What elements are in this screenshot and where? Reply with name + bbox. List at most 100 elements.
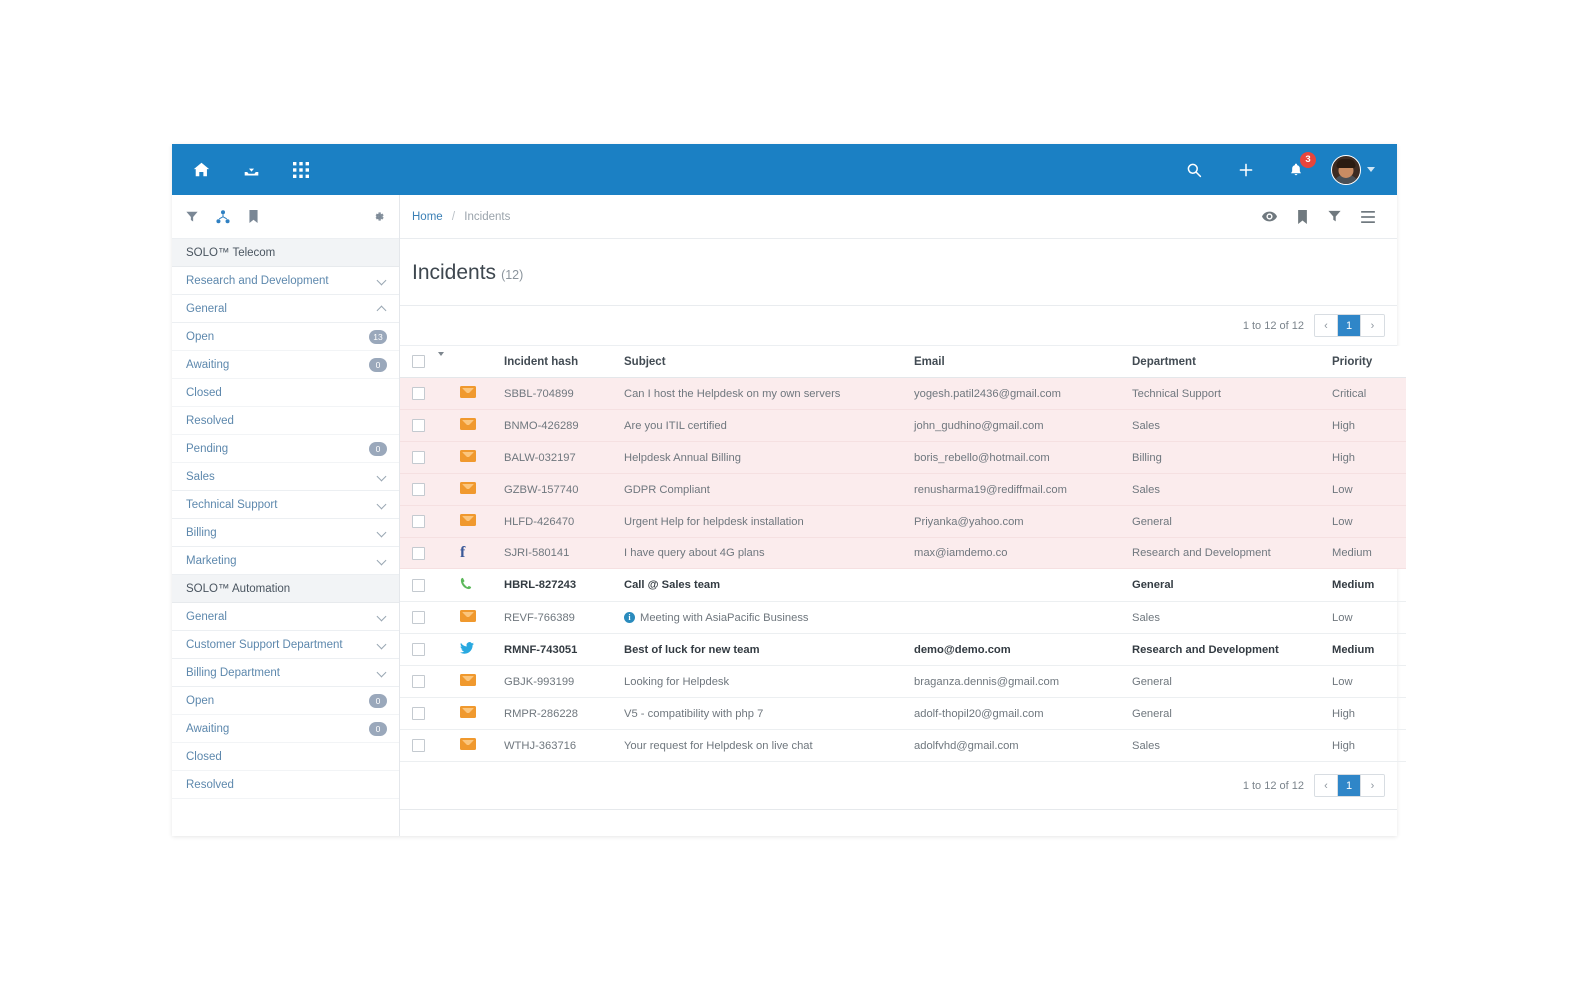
row-checkbox[interactable] bbox=[412, 578, 425, 592]
bookmark-icon[interactable] bbox=[1297, 209, 1308, 224]
sidebar-status-pending[interactable]: Pending 0 bbox=[172, 435, 399, 463]
channel-icon-header bbox=[456, 346, 500, 378]
sidebar-status-awaiting[interactable]: Awaiting 0 bbox=[172, 715, 399, 743]
column-header-subject[interactable]: Subject bbox=[620, 346, 910, 378]
sidebar-status-closed[interactable]: Closed bbox=[172, 743, 399, 771]
cell-priority: High bbox=[1328, 441, 1406, 474]
add-icon[interactable] bbox=[1231, 155, 1261, 185]
row-checkbox[interactable] bbox=[412, 451, 425, 464]
notification-count-badge: 3 bbox=[1300, 151, 1316, 168]
home-icon[interactable] bbox=[186, 155, 216, 185]
row-select-cell bbox=[400, 665, 434, 698]
table-row[interactable]: BNMO-426289 Are you ITIL certified john_gu… bbox=[400, 409, 1406, 442]
row-caret-cell bbox=[434, 633, 456, 666]
row-select-cell bbox=[400, 729, 434, 762]
gear-icon[interactable] bbox=[372, 210, 385, 223]
row-channel-icon-cell bbox=[456, 633, 500, 666]
sidebar-department-billing[interactable]: Billing bbox=[172, 519, 399, 547]
chevron-down-icon[interactable] bbox=[438, 351, 444, 368]
sidebar-status-label: Closed bbox=[186, 386, 222, 399]
breadcrumb-home[interactable]: Home bbox=[412, 211, 443, 223]
sidebar-status-resolved[interactable]: Resolved bbox=[172, 771, 399, 799]
row-checkbox[interactable] bbox=[412, 387, 425, 400]
chevron-down-icon[interactable] bbox=[378, 556, 387, 565]
sidebar-status-awaiting[interactable]: Awaiting 0 bbox=[172, 351, 399, 379]
row-checkbox[interactable] bbox=[412, 675, 425, 688]
sidebar-status-open[interactable]: Open 13 bbox=[172, 323, 399, 351]
pagination-prev-button[interactable]: ‹ bbox=[1315, 315, 1338, 336]
table-row[interactable]: BALW-032197 Helpdesk Annual Billing boris_… bbox=[400, 441, 1406, 474]
cell-department: General bbox=[1128, 505, 1328, 538]
inbox-download-icon[interactable] bbox=[236, 155, 266, 185]
row-checkbox[interactable] bbox=[412, 611, 425, 624]
sidebar-department-billing-department[interactable]: Billing Department bbox=[172, 659, 399, 687]
column-header-incident-hash[interactable]: Incident hash bbox=[500, 346, 620, 378]
cell-priority: High bbox=[1328, 697, 1406, 730]
hamburger-menu-icon[interactable] bbox=[1361, 210, 1375, 223]
sidebar-group-header: SOLO™ Automation bbox=[172, 575, 399, 603]
table-row[interactable]: REVF-766389 i Meeting with AsiaPacific Bus… bbox=[400, 601, 1406, 634]
user-menu[interactable] bbox=[1331, 154, 1375, 185]
table-row[interactable]: WTHJ-363716 Your request for Helpdesk on … bbox=[400, 729, 1406, 762]
chevron-down-icon[interactable] bbox=[378, 640, 387, 649]
table-row[interactable]: RMPR-286228 V5 - compatibility with php 7… bbox=[400, 697, 1406, 730]
filter-icon[interactable] bbox=[186, 211, 198, 223]
pagination-page-1-button[interactable]: 1 bbox=[1338, 315, 1361, 336]
chevron-down-icon[interactable] bbox=[378, 276, 387, 285]
chevron-down-icon[interactable] bbox=[378, 528, 387, 537]
sitemap-icon[interactable] bbox=[216, 209, 230, 224]
column-header-email[interactable]: Email bbox=[910, 346, 1128, 378]
pagination-prev-button[interactable]: ‹ bbox=[1315, 775, 1338, 796]
table-row[interactable]: HBRL-827243 Call @ Sales team General Mediu… bbox=[400, 568, 1406, 602]
chevron-down-icon[interactable] bbox=[378, 472, 387, 481]
sidebar-department-technical-support[interactable]: Technical Support bbox=[172, 491, 399, 519]
cell-incident-hash: REVF-766389 bbox=[500, 601, 620, 634]
bookmark-icon[interactable] bbox=[248, 210, 259, 223]
row-caret-cell bbox=[434, 441, 456, 474]
table-row[interactable]: SBBL-704899 Can I host the Helpdesk on my… bbox=[400, 377, 1406, 410]
table-row[interactable]: f SJRI-580141 I have query about 4G plans m… bbox=[400, 537, 1406, 569]
row-checkbox[interactable] bbox=[412, 707, 425, 720]
sidebar-status-closed[interactable]: Closed bbox=[172, 379, 399, 407]
row-checkbox[interactable] bbox=[412, 546, 425, 560]
sidebar-department-sales[interactable]: Sales bbox=[172, 463, 399, 491]
row-checkbox[interactable] bbox=[412, 739, 425, 752]
row-checkbox[interactable] bbox=[412, 483, 425, 496]
sidebar-status-open[interactable]: Open 0 bbox=[172, 687, 399, 715]
sidebar-department-marketing[interactable]: Marketing bbox=[172, 547, 399, 575]
column-header-department[interactable]: Department bbox=[1128, 346, 1328, 378]
cell-email: braganza.dennis@gmail.com bbox=[910, 665, 1128, 698]
pagination-page-1-button[interactable]: 1 bbox=[1338, 775, 1361, 796]
eye-icon[interactable] bbox=[1262, 211, 1277, 222]
table-row[interactable]: RMNF-743051 Best of luck for new team demo… bbox=[400, 633, 1406, 666]
row-checkbox[interactable] bbox=[412, 419, 425, 432]
cell-subject: I have query about 4G plans bbox=[620, 537, 910, 569]
cell-department: Technical Support bbox=[1128, 377, 1328, 410]
sidebar-department-general[interactable]: General bbox=[172, 603, 399, 631]
sidebar-department-customer-support-department[interactable]: Customer Support Department bbox=[172, 631, 399, 659]
apps-grid-icon[interactable] bbox=[286, 155, 316, 185]
sidebar-status-resolved[interactable]: Resolved bbox=[172, 407, 399, 435]
sidebar-department-research-and-development[interactable]: Research and Development bbox=[172, 267, 399, 295]
cell-subject-text: Looking for Helpdesk bbox=[624, 675, 730, 688]
search-icon[interactable] bbox=[1179, 155, 1209, 185]
chevron-down-icon[interactable] bbox=[378, 668, 387, 677]
select-all-checkbox[interactable] bbox=[412, 355, 425, 368]
table-row[interactable]: GZBW-157740 GDPR Compliant renusharma19@re… bbox=[400, 473, 1406, 506]
sidebar-department-general[interactable]: General bbox=[172, 295, 399, 323]
chevron-down-icon[interactable] bbox=[378, 612, 387, 621]
row-checkbox[interactable] bbox=[412, 643, 425, 656]
chevron-up-icon[interactable] bbox=[378, 304, 387, 313]
pagination-next-button[interactable]: › bbox=[1361, 775, 1384, 796]
notifications-bell-icon[interactable]: 3 bbox=[1283, 151, 1316, 183]
filter-icon[interactable] bbox=[1328, 210, 1341, 223]
topbar-right-icons: 3 bbox=[1179, 151, 1375, 185]
chevron-down-icon[interactable] bbox=[378, 500, 387, 509]
table-row[interactable]: HLFD-426470 Urgent Help for helpdesk inst… bbox=[400, 505, 1406, 538]
column-header-priority[interactable]: Priority bbox=[1328, 346, 1406, 378]
phone-icon bbox=[460, 577, 472, 593]
incidents-table: Incident hash Subject Email Department P… bbox=[400, 346, 1406, 762]
row-checkbox[interactable] bbox=[412, 515, 425, 528]
pagination-next-button[interactable]: › bbox=[1361, 315, 1384, 336]
table-row[interactable]: GBJK-993199 Looking for Helpdesk braganza.… bbox=[400, 665, 1406, 698]
